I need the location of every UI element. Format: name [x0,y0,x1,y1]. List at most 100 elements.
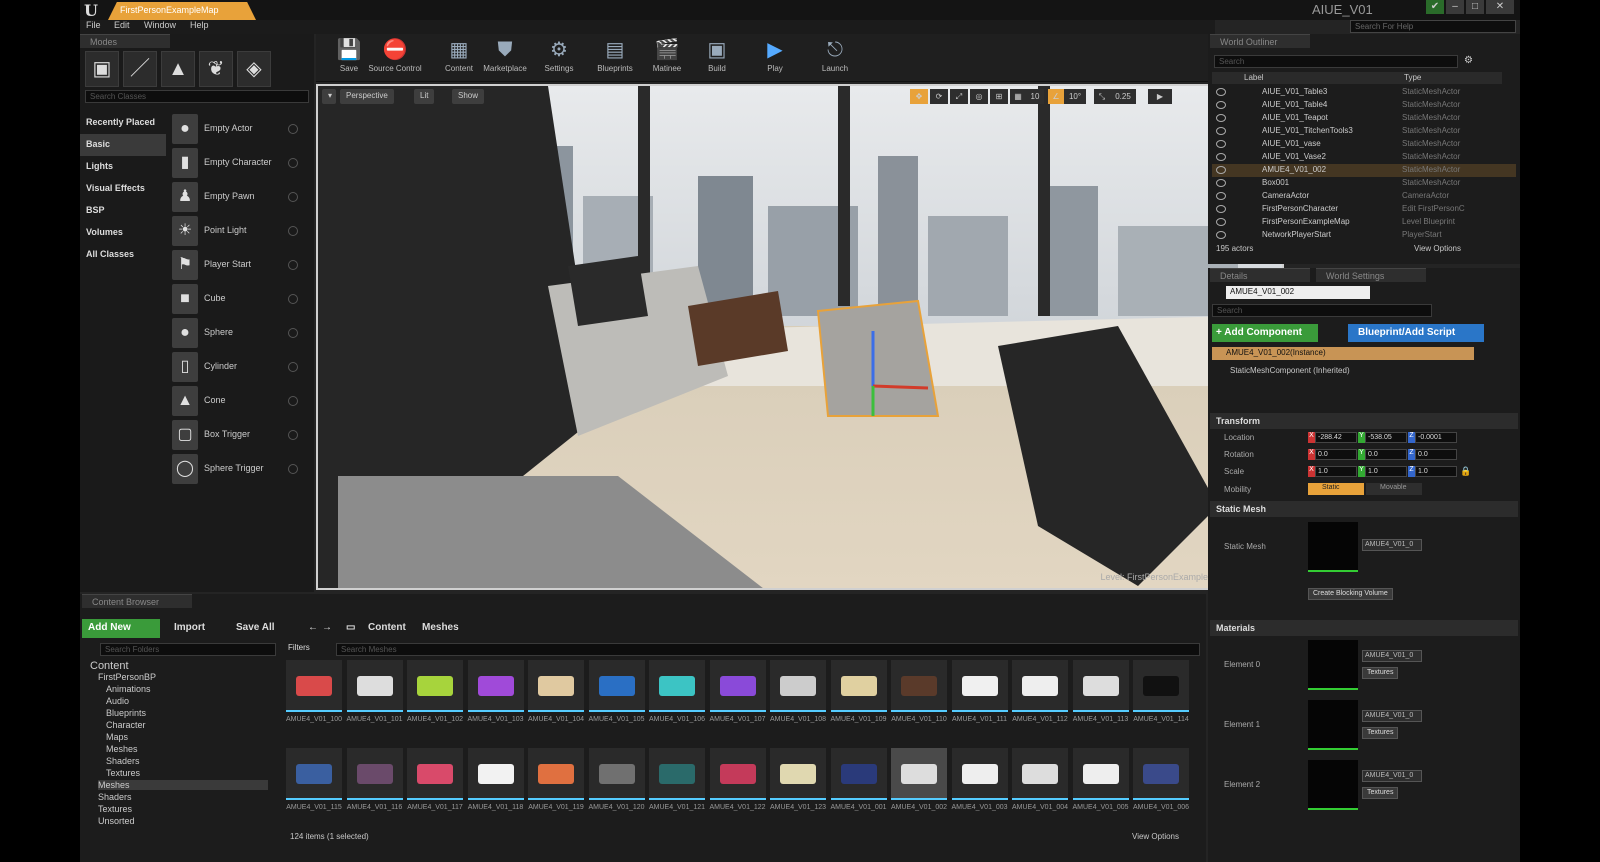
outliner-settings-icon[interactable]: ⚙ [1464,55,1478,68]
build-button[interactable]: ▣ Build [688,36,746,80]
material-0-textures-button[interactable]: Textures [1362,667,1399,679]
asset-tile[interactable]: AMUE4_V01_102 [407,660,463,734]
details-tab[interactable]: Details [1210,268,1310,282]
type-column-header[interactable]: Type [1404,73,1421,82]
eye-icon[interactable] [1216,101,1226,109]
minimize-icon[interactable]: – [1446,0,1464,14]
asset-tile[interactable]: AMUE4_V01_006 [1133,748,1189,822]
folder-item[interactable]: Audio [106,696,129,706]
asset-tile[interactable]: AMUE4_V01_106 [649,660,705,734]
folder-item[interactable]: Maps [106,732,128,742]
outliner-row[interactable]: CameraActor CameraActor [1212,190,1516,203]
scale-tool-icon[interactable]: ⤢ [950,89,968,104]
material-2-combo[interactable]: AMUE4_V01_0 [1362,770,1422,782]
info-icon[interactable] [288,362,298,372]
menu-file[interactable]: File [86,20,101,30]
static-mesh-combo[interactable]: AMUE4_V01_0 [1362,539,1422,551]
folder-item[interactable]: Content [90,660,129,672]
transform-section[interactable]: Transform [1210,413,1518,429]
rotation-z-field[interactable]: 0.0 [1415,449,1457,460]
asset-tile[interactable]: AMUE4_V01_117 [407,748,463,822]
folder-item[interactable]: Animations [106,684,151,694]
rotate-tool-icon[interactable]: ⟳ [930,89,948,104]
help-search-input[interactable]: Search For Help [1350,20,1516,33]
save-all-button[interactable]: Save All [230,619,281,638]
eye-icon[interactable] [1216,192,1226,200]
world-outliner-tab[interactable]: World Outliner [1210,34,1310,48]
asset-tile[interactable]: AMUE4_V01_118 [467,748,524,822]
menu-edit[interactable]: Edit [114,20,130,30]
paint-mode-icon[interactable]: ／ [123,51,157,87]
place-player-start[interactable]: ⚑ Player Start [170,248,310,282]
search-meshes-input[interactable]: Search Meshes [336,643,1200,656]
camera-speed-icon[interactable]: ▶ [1148,89,1172,104]
source-control-status-icon[interactable]: ✔ [1426,0,1444,14]
geometry-mode-icon[interactable]: ◈ [237,51,271,87]
show-button[interactable]: Show [452,89,485,104]
maximize-icon[interactable]: □ [1466,0,1484,14]
static-mesh-component-row[interactable]: StaticMeshComponent (Inherited) [1230,366,1350,375]
mobility-movable-button[interactable]: Movable [1366,483,1422,495]
blueprints-button[interactable]: ▤ Blueprints [586,36,644,80]
asset-tile[interactable]: AMUE4_V01_114 [1133,660,1189,734]
foliage-mode-icon[interactable]: ❦ [199,51,233,87]
place-mode-icon[interactable]: ▣ [85,51,119,87]
lit-button[interactable]: Lit [414,89,435,104]
outliner-row[interactable]: NetworkPlayerStart PlayerStart [1212,229,1516,240]
static-mesh-section[interactable]: Static Mesh [1210,501,1518,517]
landscape-mode-icon[interactable]: ▲ [161,51,195,87]
place-box-trigger[interactable]: ▢ Box Trigger [170,418,310,452]
folder-item[interactable]: Meshes [98,780,268,790]
details-search-input[interactable]: Search [1212,304,1432,317]
menu-help[interactable]: Help [190,20,209,30]
category-lights[interactable]: Lights [80,156,166,178]
level-viewport[interactable]: ▾ Perspective Lit Show ✥ ⟳ ⤢ ◎ ⊞ ▦ 10 ∠ … [316,84,1284,590]
asset-tile[interactable]: AMUE4_V01_109 [830,660,887,734]
viewport-options-icon[interactable]: ▾ [322,89,336,104]
folder-item[interactable]: FirstPersonBP [98,672,156,682]
info-icon[interactable] [288,328,298,338]
place-empty-character[interactable]: ▮ Empty Character [170,146,310,180]
location-label[interactable]: Location [1224,433,1254,442]
info-icon[interactable] [288,294,298,304]
breadcrumb-meshes[interactable]: Meshes [416,619,465,638]
place-cube[interactable]: ■ Cube [170,282,310,316]
place-sphere-trigger[interactable]: ◯ Sphere Trigger [170,452,310,486]
map-tab[interactable]: FirstPersonExampleMap [108,2,256,20]
place-sphere[interactable]: ● Sphere [170,316,310,350]
world-local-icon[interactable]: ◎ [970,89,988,104]
static-mesh-thumbnail[interactable] [1308,522,1358,572]
scale-x-field[interactable]: 1.0 [1315,466,1357,477]
eye-icon[interactable] [1216,205,1226,213]
marketplace-button[interactable]: ⛊ Marketplace [476,36,534,80]
category-bsp[interactable]: BSP [80,200,166,222]
folder-item[interactable]: Textures [98,804,132,814]
asset-tile[interactable]: AMUE4_V01_113 [1072,660,1129,734]
breadcrumb-content[interactable]: Content [362,619,412,638]
launch-button[interactable]: ⎋ Launch [806,36,864,80]
rotation-y-field[interactable]: 0.0 [1365,449,1407,460]
scale-snap-value[interactable]: 0.25 [1110,89,1136,104]
outliner-row[interactable]: Box001 StaticMeshActor [1212,177,1516,190]
info-icon[interactable] [288,226,298,236]
asset-tile[interactable]: AMUE4_V01_104 [528,660,584,734]
play-button[interactable]: ▶ Play [746,36,804,80]
create-blocking-volume-button[interactable]: Create Blocking Volume [1308,588,1393,600]
folder-item[interactable]: Meshes [106,744,138,754]
location-z-field[interactable]: -0.0001 [1415,432,1457,443]
grid-snap-value[interactable]: 10 [1026,89,1044,104]
outliner-row[interactable]: AIUE_V01_vase StaticMeshActor [1212,138,1516,151]
outliner-row[interactable]: AIUE_V01_Vase2 StaticMeshActor [1212,151,1516,164]
eye-icon[interactable] [1216,88,1226,96]
rotation-snap-value[interactable]: 10° [1064,89,1086,104]
add-new-button[interactable]: Add New [82,619,160,638]
asset-tile[interactable]: AMUE4_V01_101 [346,660,403,734]
world-settings-tab[interactable]: World Settings [1316,268,1426,282]
actor-name-field[interactable]: AMUE4_V01_002 [1226,286,1370,299]
asset-tile[interactable]: AMUE4_V01_116 [346,748,403,822]
outliner-row[interactable]: AMUE4_V01_002 StaticMeshActor [1212,164,1516,177]
outliner-view-options[interactable]: View Options [1414,244,1461,253]
translate-tool-icon[interactable]: ✥ [910,89,928,104]
filters-button[interactable]: Filters [288,643,332,656]
folder-item[interactable]: Character [106,720,146,730]
